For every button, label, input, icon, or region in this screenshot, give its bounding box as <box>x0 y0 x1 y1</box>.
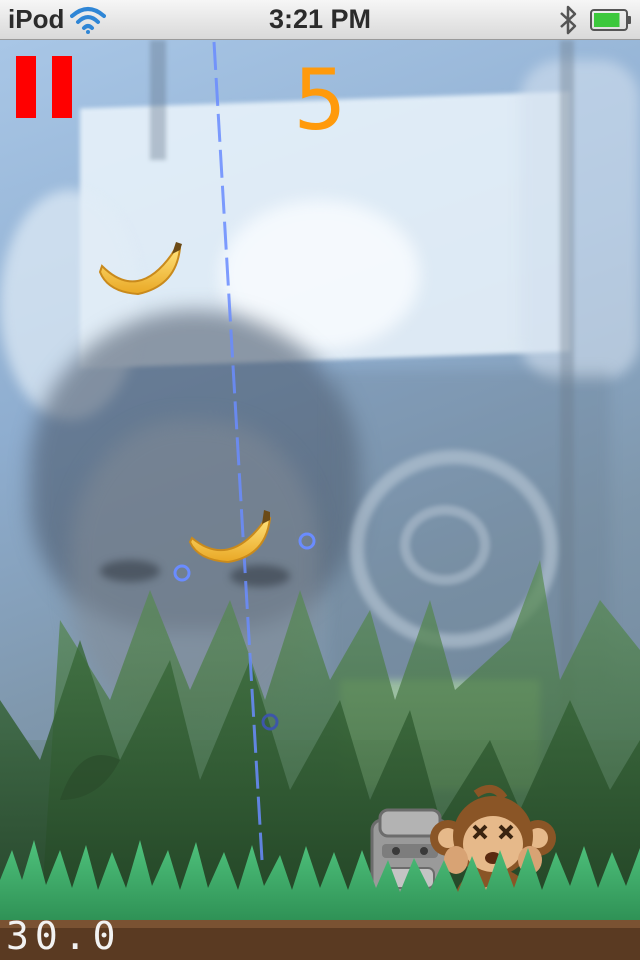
target-marker <box>173 564 191 582</box>
target-marker <box>298 532 316 550</box>
pause-button[interactable] <box>16 56 72 118</box>
banana <box>188 510 272 564</box>
banana <box>98 242 182 296</box>
battery-icon <box>590 9 631 31</box>
pause-icon <box>16 56 72 118</box>
jungle-foliage <box>0 560 640 930</box>
status-bar: iPod 3:21 PM <box>0 0 640 40</box>
score-counter: 5 <box>293 51 347 149</box>
status-time: 3:21 PM <box>268 4 372 34</box>
bluetooth-icon <box>560 5 577 35</box>
countdown-timer: 30.0 <box>6 914 122 958</box>
